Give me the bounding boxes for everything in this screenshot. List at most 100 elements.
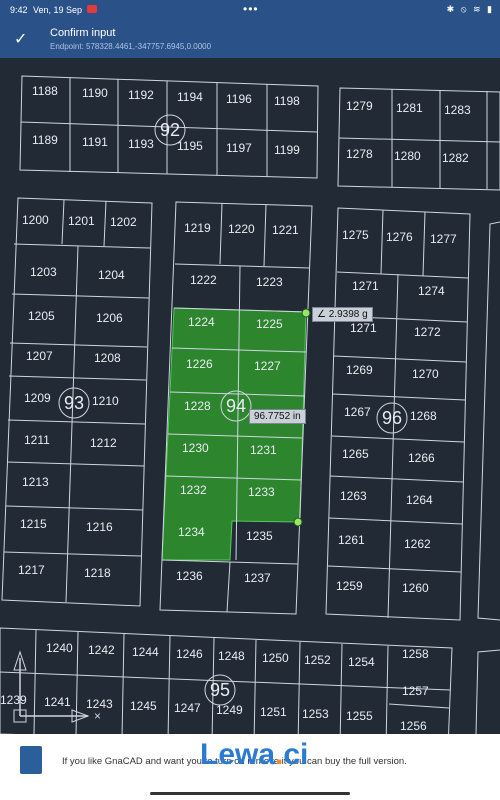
lot-label: 1215 [20, 517, 47, 531]
lot-label: 1261 [338, 533, 365, 547]
youtube-icon [87, 5, 97, 13]
angle-readout: ∠ 2.9398 g [312, 307, 373, 322]
lot-label: 1268 [410, 409, 437, 423]
lot-label: 1203 [30, 265, 57, 279]
lot-label: 1218 [84, 566, 111, 580]
block-number: 95 [210, 680, 230, 700]
lot-label: 1212 [90, 436, 117, 450]
lot-label: 1191 [82, 135, 108, 149]
gnacad-app-icon [20, 746, 42, 774]
lot-label: 1280 [394, 149, 421, 163]
lot-label: 1281 [396, 101, 423, 115]
lot-label: 1223 [256, 275, 283, 289]
lot-label: 1248 [218, 649, 245, 663]
lot-label: 1192 [128, 88, 154, 102]
lot-label: 1209 [24, 391, 51, 405]
lot-label: 1194 [177, 90, 203, 104]
lot-label: 1231 [250, 443, 277, 457]
status-icons: ✱ ⦸ ≋ ▮ [446, 4, 494, 14]
lot-label: 1217 [18, 563, 45, 577]
lot-label: 1222 [190, 273, 217, 287]
lot-label: 1220 [228, 222, 255, 236]
gesture-bar [150, 792, 350, 795]
lot-label: 1208 [94, 351, 121, 365]
lot-label: 1232 [180, 483, 207, 497]
lot-label: 1202 [110, 215, 137, 229]
lot-label: 1263 [340, 489, 367, 503]
lot-label: 1188 [32, 84, 58, 98]
lot-label: 1201 [68, 214, 95, 228]
lot-label: 1221 [272, 223, 299, 237]
lot-label: 1226 [186, 357, 213, 371]
lot-label: 1254 [348, 655, 375, 669]
lot-label: 1193 [128, 137, 154, 151]
lot-label: 1272 [414, 325, 441, 339]
lot-label: 1233 [248, 485, 275, 499]
block-number: 93 [64, 393, 84, 413]
watermark-logo: Lewa.ci [200, 738, 308, 772]
lot-label: 1200 [22, 213, 49, 227]
lot-label: 1236 [176, 569, 203, 583]
status-time: 9:42 [10, 5, 28, 15]
lot-label: 1270 [412, 367, 439, 381]
upgrade-banner[interactable]: If you like GnaCAD and want you to turn … [0, 734, 500, 800]
lot-label: 1189 [32, 133, 58, 147]
lot-label: 1279 [346, 99, 373, 113]
lot-label: 1260 [402, 581, 429, 595]
lot-label: 1235 [246, 529, 273, 543]
lot-label: 1257 [402, 684, 429, 698]
lot-label: 1230 [182, 441, 209, 455]
lot-label: 1276 [386, 230, 413, 244]
confirm-input-bar: ✓ Confirm input Endpoint: 578328.4461,-3… [0, 22, 500, 58]
lot-label: 1227 [254, 359, 281, 373]
lot-label: 1195 [177, 139, 203, 153]
lot-label: 1244 [132, 645, 159, 659]
axis-icon: × [13, 650, 101, 723]
lot-label: 1253 [302, 707, 329, 721]
lot-label: 1278 [346, 147, 373, 161]
lot-label: 1211 [24, 433, 50, 447]
endpoint-handle[interactable] [301, 308, 311, 318]
confirm-check-icon[interactable]: ✓ [14, 29, 27, 49]
lot-label: 1216 [86, 520, 113, 534]
lot-label: 1258 [402, 647, 429, 661]
lot-label: 1198 [274, 94, 300, 108]
lot-label: 1271 [352, 279, 379, 293]
block-number: 92 [160, 120, 180, 140]
lot-label: 1245 [130, 699, 157, 713]
lot-label: 1259 [336, 579, 363, 593]
lot-label: 1213 [22, 475, 49, 489]
lot-label: 1224 [188, 315, 215, 329]
status-bar: 9:42 Ven, 19 Sep ••• ✱ ⦸ ≋ ▮ [0, 0, 500, 22]
lot-label: 1219 [184, 221, 211, 235]
lot-label: 1274 [418, 284, 445, 298]
lot-label: 1197 [226, 141, 252, 155]
length-readout: 96.7752 in [249, 409, 306, 424]
lot-label: 1262 [404, 537, 431, 551]
lot-label: 1207 [26, 349, 53, 363]
endpoint-text: Endpoint: 578328.4461,-347757.6945,0.000… [50, 42, 212, 51]
lot-label: 1264 [406, 493, 433, 507]
confirm-title: Confirm input [50, 27, 116, 39]
lot-label: 1277 [430, 232, 457, 246]
lot-label: 1190 [82, 86, 108, 100]
lot-label: 1206 [96, 311, 123, 325]
svg-text:×: × [94, 709, 101, 723]
lot-label: 1269 [346, 363, 373, 377]
lot-label: 1237 [244, 571, 271, 585]
lot-label: 1250 [262, 651, 289, 665]
lot-label: 1265 [342, 447, 369, 461]
block-number: 94 [226, 396, 246, 416]
lot-label: 1196 [226, 92, 252, 106]
cad-canvas[interactable]: 1188 1190 1192 1194 1196 1198 1189 1191 1193 1195… [0, 58, 500, 734]
lot-label: 1271 [350, 321, 377, 335]
logo-main: Lewa [200, 738, 276, 771]
lot-label: 1228 [184, 399, 211, 413]
lot-label: 1266 [408, 451, 435, 465]
logo-tail: ci [283, 738, 309, 771]
lot-label: 1255 [346, 709, 373, 723]
lot-label: 1247 [174, 701, 201, 715]
lot-label: 1282 [442, 151, 469, 165]
corner-handle[interactable] [293, 517, 303, 527]
more-dots-icon: ••• [243, 2, 259, 16]
